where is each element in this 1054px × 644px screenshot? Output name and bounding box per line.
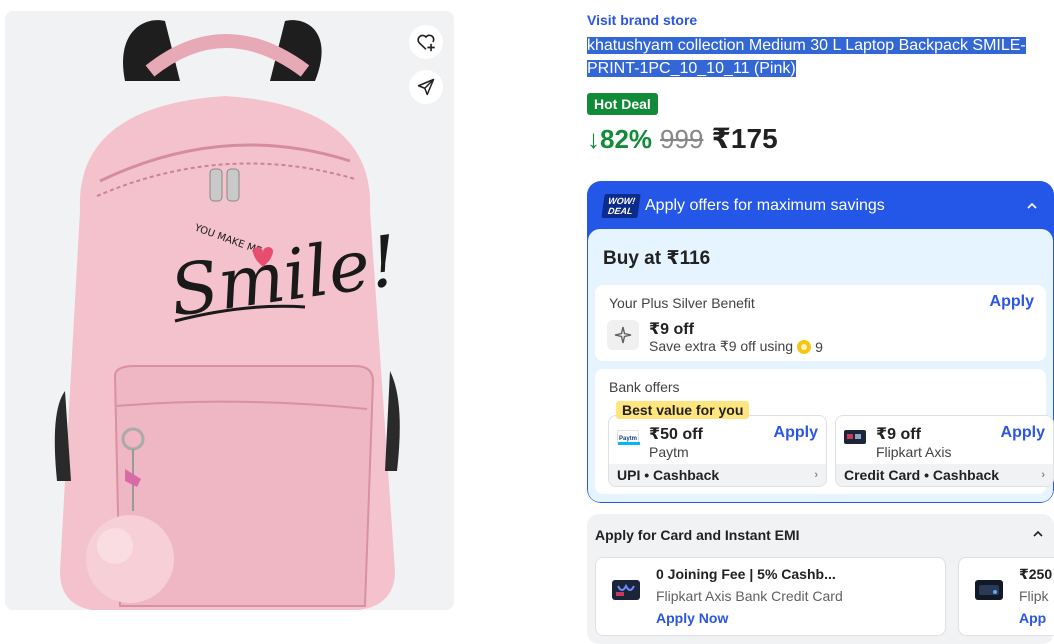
offers-body: Buy at ₹116 Your Plus Silver Benefit App… bbox=[588, 229, 1054, 502]
plus-benefit-desc: Save extra ₹9 off using 9 bbox=[649, 338, 823, 355]
mrp-price: 999 bbox=[660, 124, 704, 154]
hot-deal-badge: Hot Deal bbox=[587, 93, 658, 115]
paytm-logo-text: Paytm bbox=[619, 436, 637, 442]
plus-benefit-coins: 9 bbox=[815, 338, 823, 355]
emi-card-subtitle: Flipkart Axis Bank Credit Card bbox=[656, 588, 843, 604]
backpack-image: Smile! YOU MAKE ME bbox=[54, 20, 403, 610]
card-emi-title: Apply for Card and Instant EMI bbox=[595, 527, 800, 543]
plus-benefit-card: Your Plus Silver Benefit Apply ₹9 off Sa… bbox=[595, 285, 1046, 361]
bank-offer-apply-button[interactable]: Apply bbox=[774, 424, 818, 442]
product-title: khatushyam collection Medium 30 L Laptop… bbox=[587, 34, 1054, 80]
apply-now-link[interactable]: Apply Now bbox=[656, 610, 728, 626]
emi-card-subtitle: Flipk bbox=[1019, 588, 1049, 604]
wishlist-button[interactable] bbox=[409, 25, 443, 59]
visit-brand-store-link[interactable]: Visit brand store bbox=[587, 12, 697, 28]
bank-offers-card: Bank offers Paytm ₹50 off Paytm Apply UP… bbox=[595, 369, 1054, 494]
card-emi-section: Apply for Card and Instant EMI 0 Joining… bbox=[587, 514, 1054, 644]
emi-card-heading: 0 Joining Fee | 5% Cashb... bbox=[656, 566, 836, 582]
bank-offer-name: Flipkart Axis bbox=[876, 444, 952, 460]
credit-card-icon bbox=[975, 580, 1003, 600]
offers-panel: WOW! DEAL Apply offers for maximum savin… bbox=[587, 181, 1054, 503]
chevron-up-icon[interactable] bbox=[1032, 528, 1044, 540]
plus-apply-button[interactable]: Apply bbox=[990, 293, 1034, 311]
wow-deal-badge: WOW! DEAL bbox=[601, 194, 641, 218]
price-row: ↓82% 999 ₹175 bbox=[587, 122, 778, 155]
bank-offer-apply-button[interactable]: Apply bbox=[1001, 424, 1045, 442]
bank-offers-title: Bank offers bbox=[609, 379, 680, 395]
bank-offer-amount: ₹50 off bbox=[649, 426, 703, 443]
best-value-badge: Best value for you bbox=[616, 401, 750, 419]
selling-price: ₹175 bbox=[711, 123, 778, 154]
plus-benefit-desc-text: Save extra ₹9 off using bbox=[649, 338, 794, 354]
emi-card-offer[interactable]: 0 Joining Fee | 5% Cashb... Flipkart Axi… bbox=[595, 557, 946, 636]
wow-deal-badge-line2: DEAL bbox=[607, 206, 634, 216]
plus-benefit-amount: ₹9 off bbox=[649, 321, 694, 338]
share-button[interactable] bbox=[409, 70, 443, 104]
discount-percent: ↓82% bbox=[587, 124, 653, 154]
emi-card-heading: ₹250 bbox=[1019, 566, 1053, 582]
offers-header[interactable]: WOW! DEAL Apply offers for maximum savin… bbox=[587, 181, 1054, 231]
chevron-right-icon: › bbox=[814, 469, 818, 481]
paytm-logo-icon: Paytm bbox=[617, 430, 640, 445]
plus-benefit-title: Your Plus Silver Benefit bbox=[609, 295, 755, 311]
offers-header-label: Apply offers for maximum savings bbox=[645, 197, 885, 214]
plus-benefit-icon bbox=[607, 320, 639, 350]
bank-offer-footer[interactable]: UPI • Cashback › bbox=[609, 464, 826, 486]
bank-offer-footer-label: Credit Card • Cashback bbox=[844, 467, 1000, 483]
bank-offer-amount: ₹9 off bbox=[876, 426, 921, 443]
apply-now-link[interactable]: App bbox=[1019, 610, 1046, 626]
emi-card-offer[interactable]: ₹250 Flipk App bbox=[958, 557, 1054, 636]
bank-offer-footer-label: UPI • Cashback bbox=[617, 467, 720, 483]
chevron-up-icon[interactable] bbox=[1026, 200, 1038, 212]
credit-card-icon bbox=[844, 430, 866, 444]
bank-offer-flipkart-axis[interactable]: ₹9 off Flipkart Axis Apply Credit Card •… bbox=[835, 415, 1054, 487]
buy-at-price: Buy at ₹116 bbox=[603, 248, 711, 269]
share-icon bbox=[417, 78, 435, 96]
bank-offer-footer[interactable]: Credit Card • Cashback › bbox=[836, 464, 1053, 486]
product-image-panel[interactable]: Smile! YOU MAKE ME bbox=[5, 11, 454, 610]
wow-deal-badge-line1: WOW! bbox=[607, 196, 636, 206]
bank-offer-paytm[interactable]: Paytm ₹50 off Paytm Apply UPI • Cashback… bbox=[608, 415, 827, 487]
chevron-right-icon: › bbox=[1041, 469, 1045, 481]
product-title-text: khatushyam collection Medium 30 L Laptop… bbox=[587, 37, 1026, 77]
supercoin-icon bbox=[797, 339, 812, 354]
heart-plus-icon bbox=[417, 34, 435, 52]
credit-card-icon bbox=[612, 580, 640, 600]
sparkle-icon bbox=[614, 326, 632, 344]
bank-offer-name: Paytm bbox=[649, 444, 689, 460]
